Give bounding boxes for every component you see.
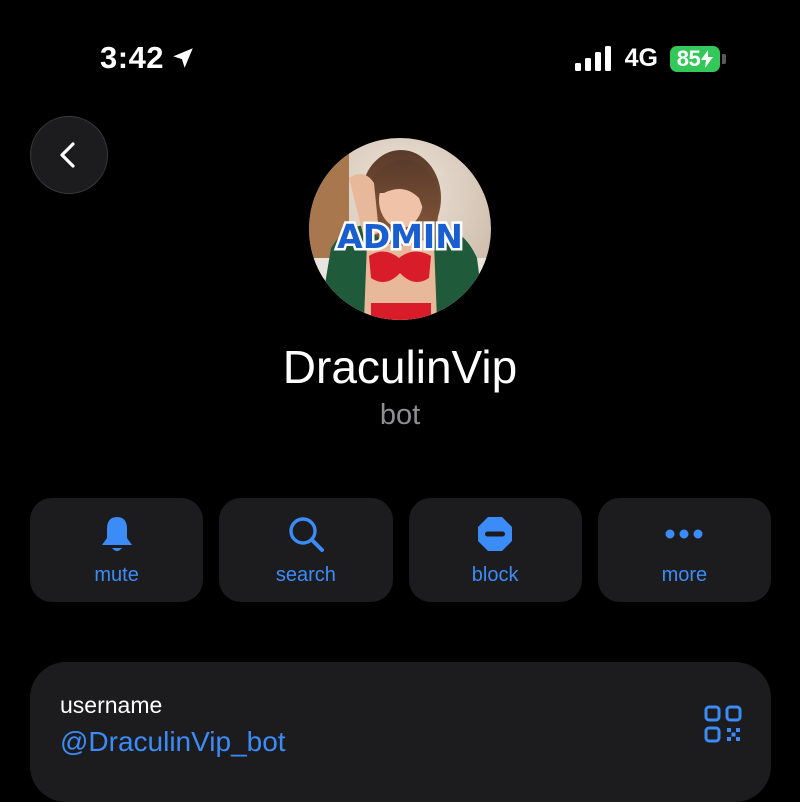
network-type: 4G xyxy=(624,44,658,72)
bolt-icon xyxy=(701,49,714,68)
search-button[interactable]: search xyxy=(219,498,393,602)
bell-icon xyxy=(97,514,137,554)
username-value[interactable]: @DraculinVip_bot xyxy=(60,726,286,758)
username-label: username xyxy=(60,692,163,718)
search-icon xyxy=(286,514,326,554)
more-button[interactable]: more xyxy=(597,498,771,602)
battery-charging-icon: 85 xyxy=(670,45,726,72)
battery-cap xyxy=(722,53,726,64)
action-row: mute search block more xyxy=(30,498,771,602)
more-dots-icon xyxy=(664,514,704,554)
mute-button[interactable]: mute xyxy=(30,498,204,602)
search-label: search xyxy=(275,563,336,586)
profile-subtitle: bot xyxy=(379,399,421,431)
block-label: block xyxy=(471,563,519,586)
admin-badge: ADMIN xyxy=(335,215,466,259)
admin-badge-text: ADMIN xyxy=(337,217,463,256)
block-button[interactable]: block xyxy=(408,498,582,602)
avatar-image: ADMIN xyxy=(309,138,491,320)
mute-label: mute xyxy=(94,563,139,586)
status-right: 4G 85 xyxy=(573,44,726,73)
location-arrow-icon xyxy=(173,48,193,68)
time-group: 3:42 xyxy=(100,40,196,76)
profile-name: DraculinVip xyxy=(282,341,518,393)
battery-percent: 85 xyxy=(676,45,701,71)
back-button[interactable] xyxy=(30,116,108,194)
more-label: more xyxy=(661,563,708,586)
avatar[interactable]: ADMIN xyxy=(309,138,491,320)
status-bar: 3:42 4G 85 xyxy=(0,0,800,100)
qr-code-icon[interactable] xyxy=(703,704,743,744)
status-time: 3:42 xyxy=(100,40,165,75)
info-card: username @DraculinVip_bot xyxy=(30,662,771,802)
chevron-left-icon xyxy=(60,142,75,168)
block-icon xyxy=(475,514,515,554)
battery-level: 85 xyxy=(670,45,720,72)
cellular-signal-icon xyxy=(574,45,611,71)
